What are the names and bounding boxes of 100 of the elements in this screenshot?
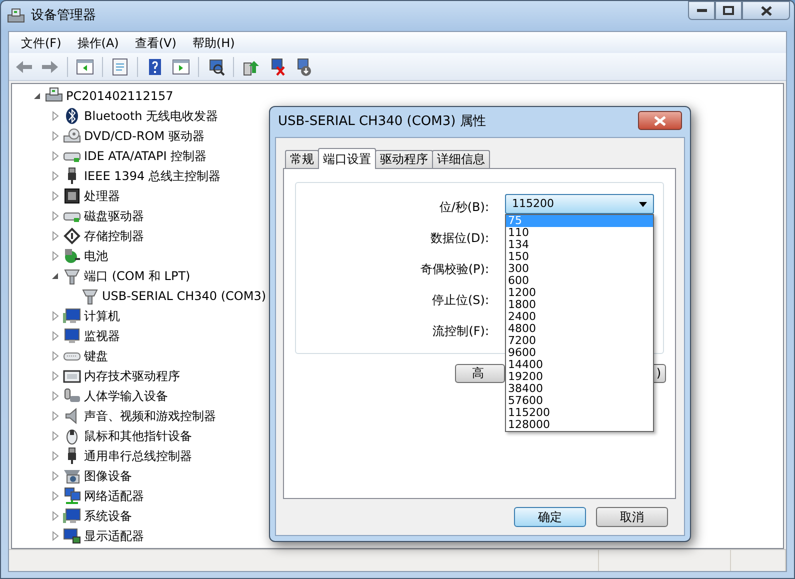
tree-item[interactable]: 磁盘驱动器 [84,207,144,225]
expand-icon[interactable] [50,211,60,221]
tree-item[interactable]: 通用串行总线控制器 [84,447,192,465]
tree-item[interactable]: 存储控制器 [84,227,144,245]
dropdown-option[interactable]: 38400 [506,383,653,395]
collapse-icon[interactable] [50,271,60,281]
dropdown-option[interactable]: 600 [506,275,653,287]
cancel-button[interactable]: 取消 [596,507,668,527]
menu-item[interactable]: 操作(A) [69,34,127,52]
minimize-icon [696,8,706,12]
tree-item[interactable]: 键盘 [84,347,108,365]
expand-icon[interactable] [50,251,60,261]
expand-icon[interactable] [50,171,60,181]
expand-icon[interactable] [50,491,60,501]
tree-item[interactable]: IEEE 1394 总线主控制器 [84,167,220,185]
field-label: 位/秒(B): [438,199,489,216]
dropdown-option[interactable]: 19200 [506,371,653,383]
tree-item[interactable]: 声音、视频和游戏控制器 [84,407,216,425]
close-icon [760,6,772,16]
tree-item[interactable]: 系统设备 [84,507,132,525]
tab[interactable]: 常规 [285,150,319,168]
display-adapter-icon [63,527,81,545]
dialog-title: USB-SERIAL CH340 (COM3) 属性 [278,113,486,132]
tree-item[interactable]: 计算机 [84,307,120,325]
close-button[interactable] [638,111,682,130]
minimize-button[interactable] [688,1,715,20]
tree-item[interactable]: Bluetooth 无线电收发器 [84,107,218,125]
dropdown-option[interactable]: 134 [506,239,653,251]
port-icon [81,287,99,305]
tree-item[interactable]: PC201402112157 [66,87,174,105]
dropdown-option[interactable]: 4800 [506,323,653,335]
expand-icon[interactable] [50,311,60,321]
dropdown-option[interactable]: 1800 [506,299,653,311]
tree-item[interactable]: USB-SERIAL CH340 (COM3) [102,287,266,305]
tree-item[interactable]: DVD/CD-ROM 驱动器 [84,127,204,145]
tree-item[interactable]: 端口 (COM 和 LPT) [84,267,190,285]
tree-item[interactable]: 人体学输入设备 [84,387,168,405]
computer-icon [63,507,81,525]
field-label: 停止位(S): [430,292,489,309]
dropdown-option[interactable]: 9600 [506,347,653,359]
baud-rate-dropdown[interactable]: 115200 [505,194,654,214]
network-icon [63,487,81,505]
collapse-icon[interactable] [32,91,42,101]
monitor-icon [63,327,81,345]
expand-icon[interactable] [50,471,60,481]
expand-icon[interactable] [50,331,60,341]
properties-icon [110,56,130,76]
expand-icon[interactable] [50,411,60,421]
dropdown-option[interactable]: 57600 [506,395,653,407]
expand-icon[interactable] [50,511,60,521]
field-label: 数据位(D): [429,230,489,247]
maximize-icon [723,6,734,15]
window-title: 设备管理器 [31,7,96,26]
dropdown-option[interactable]: 2400 [506,311,653,323]
tab[interactable]: 端口设置 [318,148,376,169]
menu-item[interactable]: 文件(F) [13,34,70,52]
field-label: 流控制(F): [432,323,489,340]
close-icon [654,116,666,126]
maximize-button[interactable] [715,1,742,20]
computer-icon [63,307,81,325]
field-label: 奇偶校验(P): [419,261,489,278]
tree-item[interactable]: 鼠标和其他指针设备 [84,427,192,445]
expand-icon[interactable] [50,531,60,541]
expand-icon[interactable] [50,431,60,441]
expand-icon[interactable] [50,391,60,401]
expand-icon[interactable] [50,131,60,141]
expand-icon[interactable] [50,191,60,201]
dropdown-option[interactable]: 110 [506,227,653,239]
device-manager-icon [7,8,25,24]
menu-item[interactable]: 帮助(H) [184,34,243,52]
dropdown-option[interactable]: 128000 [506,419,653,431]
dropdown-option[interactable]: 300 [506,263,653,275]
ok-button[interactable]: 确定 [514,507,586,527]
expand-icon[interactable] [50,111,60,121]
dropdown-option[interactable]: 150 [506,251,653,263]
dropdown-option[interactable]: 7200 [506,335,653,347]
expand-icon[interactable] [50,231,60,241]
tab[interactable]: 驱动程序 [375,150,433,168]
diamond-icon [63,227,81,245]
close-button[interactable] [742,1,790,20]
panel-button[interactable]: 高 [455,364,505,383]
tab[interactable]: 详细信息 [432,150,490,168]
expand-icon[interactable] [50,451,60,461]
dropdown-option[interactable]: 14400 [506,359,653,371]
tree-item[interactable]: 监视器 [84,327,120,345]
dropdown-option[interactable]: 1200 [506,287,653,299]
tree-item[interactable]: 内存技术驱动程序 [84,367,180,385]
expand-icon[interactable] [50,151,60,161]
tree-item[interactable]: IDE ATA/ATAPI 控制器 [84,147,207,165]
tree-item[interactable]: 显示适配器 [84,527,144,545]
expand-icon[interactable] [50,371,60,381]
expand-icon[interactable] [50,351,60,361]
menu-item[interactable]: 查看(V) [126,34,184,52]
dropdown-option[interactable]: 115200 [506,407,653,419]
camera-icon [63,467,81,485]
caret-icon [639,202,647,206]
tree-item[interactable]: 电池 [84,247,108,265]
tree-item[interactable]: 处理器 [84,187,120,205]
tree-item[interactable]: 网络适配器 [84,487,144,505]
tree-item[interactable]: 图像设备 [84,467,132,485]
